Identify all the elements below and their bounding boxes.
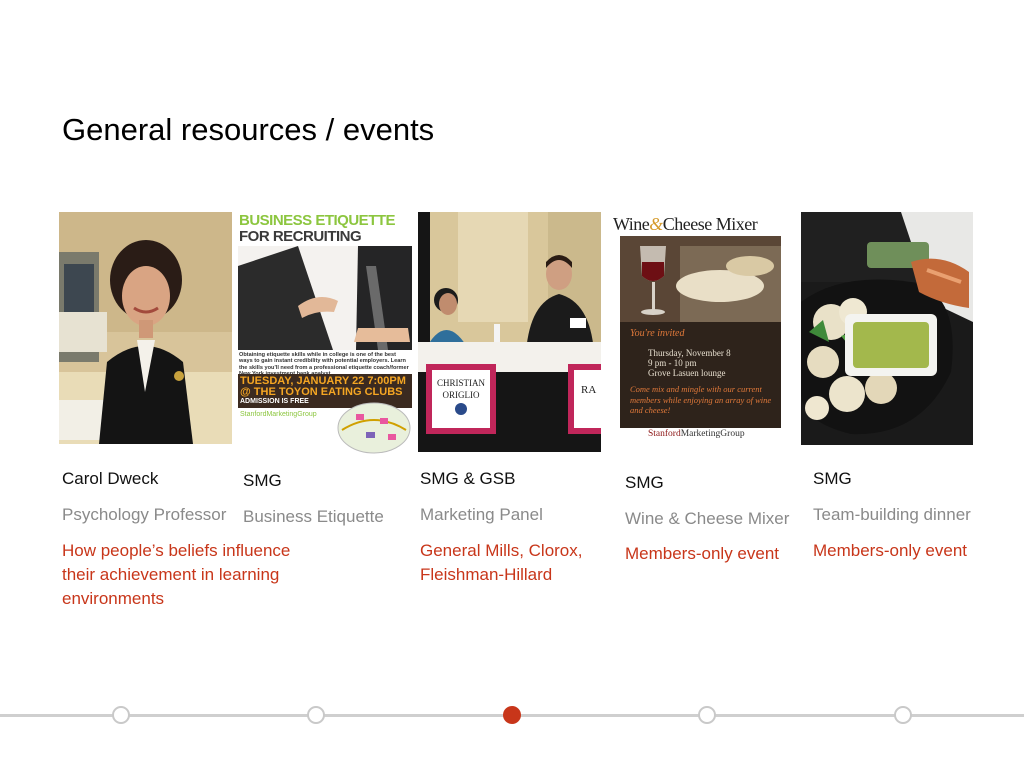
poster-heading-line1: BUSINESS ETIQUETTE [239, 212, 396, 229]
mixer-title-wine: Wine [613, 214, 650, 234]
card-4-note: Members-only event [625, 544, 780, 563]
mixer-brand-group: MarketingGroup [680, 429, 745, 439]
timeline-dot-3-active[interactable] [503, 706, 521, 724]
slide-title: General resources / events [62, 112, 435, 147]
timeline-dot-5[interactable] [894, 706, 912, 724]
card-3-what: Marketing Panel [420, 505, 543, 524]
poster-heading-line2: FOR RECRUITING [239, 228, 362, 245]
placard-name-line2: ORIGLIO [442, 390, 480, 400]
handshake-illustration [238, 246, 412, 350]
timeline-dot-1[interactable] [112, 706, 130, 724]
mixer-title-amp: & [649, 214, 663, 234]
timeline-dot-2[interactable] [307, 706, 325, 724]
carol-dweck-photo [59, 212, 232, 444]
card-1-who: Carol Dweck [62, 469, 159, 488]
placard-name-line1: CHRISTIAN [436, 378, 485, 388]
card-3-note: General Mills, Clorox, Fleishman-Hillard [420, 541, 583, 584]
placard-logo-icon [455, 403, 467, 415]
mixer-time: 9 pm - 10 pm [648, 358, 697, 368]
card-3-who: SMG & GSB [420, 469, 516, 488]
mixer-title-rest: Cheese Mixer [662, 214, 758, 234]
wine-cheese-mixer-poster: Wine&Cheese Mixer You're invited Thursda… [612, 212, 786, 446]
card-2-who: SMG [243, 471, 282, 490]
mixer-venue: Grove Lasuen lounge [648, 368, 726, 378]
team-dinner-photo [801, 212, 973, 445]
business-etiquette-poster: BUSINESS ETIQUETTE FOR RECRUITING Obtain… [238, 212, 412, 454]
mixer-date: Thursday, November 8 [648, 348, 731, 358]
marketing-panel-photo: CHRISTIAN ORIGLIO RA [418, 212, 601, 452]
mixer-invite-panel [620, 322, 781, 440]
card-1-what: Psychology Professor [62, 505, 227, 524]
mixer-invited: You're invited [630, 328, 685, 339]
card-5-who: SMG [813, 469, 852, 488]
poster-brand: StanfordMarketingGroup [240, 411, 317, 418]
mixer-brand-stanford: Stanford [648, 429, 681, 439]
wine-and-cheese-photo [620, 236, 781, 322]
mixer-blurb: Come mix and mingle with our current mem… [630, 384, 772, 415]
card-4-who: SMG [625, 473, 664, 492]
timeline-dot-4[interactable] [698, 706, 716, 724]
placard-name-partial: RA [581, 384, 597, 396]
poster-admission: ADMISSION IS FREE [240, 398, 309, 405]
poster-place: @ THE TOYON EATING CLUBS [240, 386, 403, 398]
card-4-what: Wine & Cheese Mixer [625, 509, 790, 528]
campus-map-icon [337, 402, 411, 454]
card-2-what: Business Etiquette [243, 507, 384, 526]
card-1-note: How people’s beliefs influence their ach… [62, 541, 291, 608]
card-5-what: Team-building dinner [813, 505, 971, 524]
card-5-note: Members-only event [813, 541, 968, 560]
